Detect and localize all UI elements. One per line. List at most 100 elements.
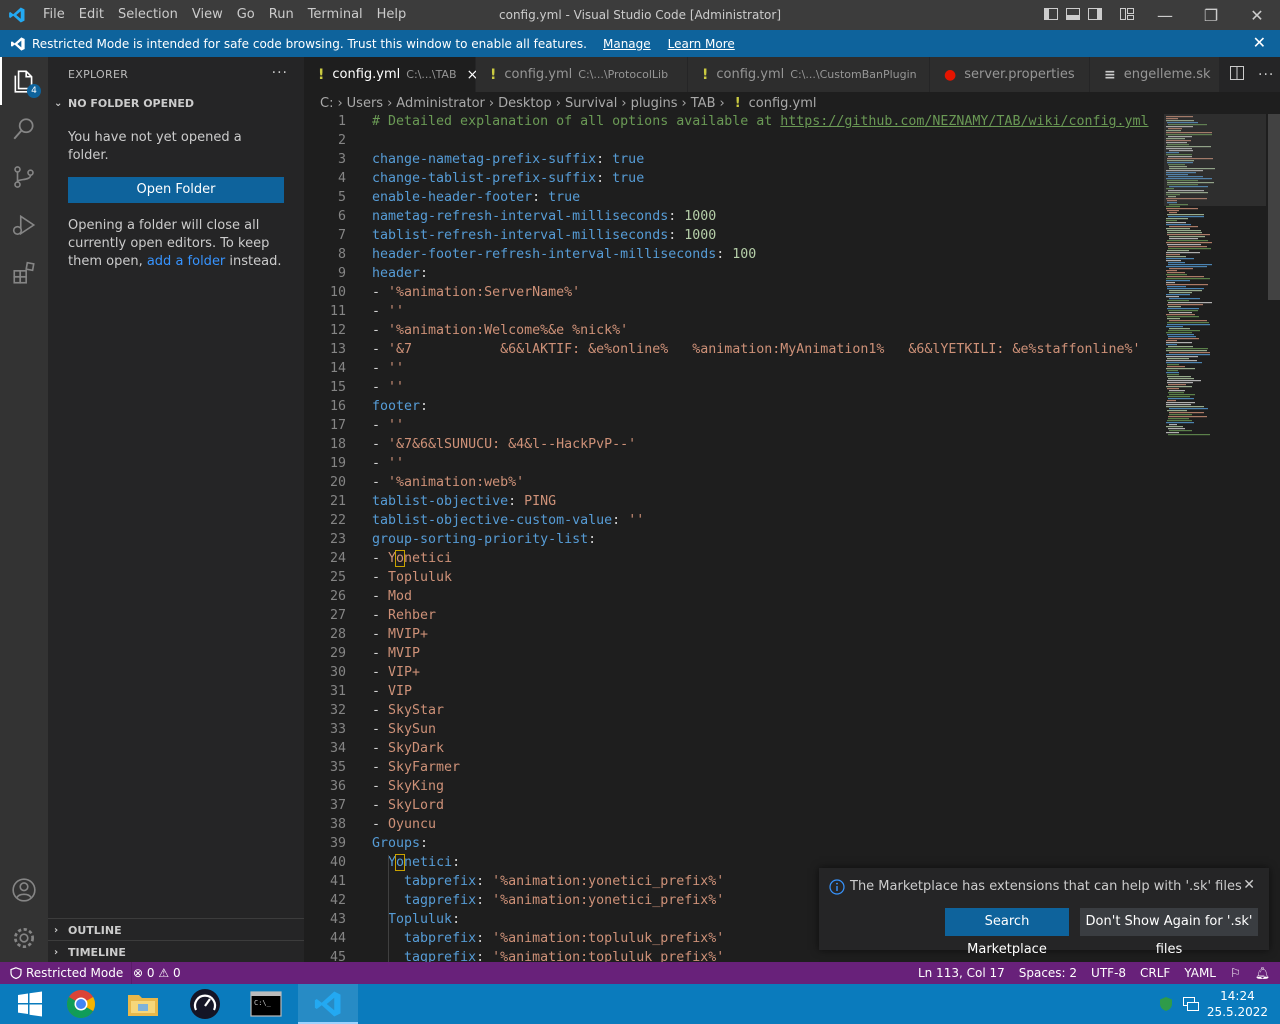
minimap-line	[1168, 216, 1204, 218]
minimap-line	[1167, 366, 1185, 368]
breadcrumb-item[interactable]: Survival	[565, 96, 617, 111]
more-actions-icon[interactable]: ···	[1258, 67, 1274, 83]
banner-learn-more-link[interactable]: Learn More	[668, 37, 735, 51]
network-icon[interactable]	[1182, 996, 1200, 1016]
menu-run[interactable]: Run	[262, 0, 301, 30]
menu-edit[interactable]: Edit	[72, 0, 111, 30]
outline-section[interactable]: › OUTLINE	[48, 918, 304, 941]
vscode-logo-icon	[9, 7, 25, 23]
toggle-primary-sidebar-icon[interactable]	[1043, 6, 1059, 22]
tab-server-properties[interactable]: ● server.properties	[930, 57, 1090, 92]
minimap[interactable]	[1164, 114, 1266, 962]
close-notification-icon[interactable]: ✕	[1243, 877, 1255, 893]
tab-config-protocollib[interactable]: ! config.yml C:\...\ProtocolLib	[476, 57, 688, 92]
minimap-line	[1169, 352, 1210, 354]
restore-button[interactable]: ❐	[1188, 0, 1234, 30]
encoding[interactable]: UTF-8	[1091, 962, 1126, 984]
toggle-panel-icon[interactable]	[1065, 6, 1081, 22]
problems-status[interactable]: ⊗ 0 ⚠ 0	[133, 962, 181, 984]
end-of-line[interactable]: CRLF	[1140, 962, 1170, 984]
code-line: - ''	[372, 361, 405, 376]
source-control-activity[interactable]	[0, 153, 48, 201]
add-folder-link[interactable]: add a folder	[147, 254, 225, 269]
minimap-line	[1166, 362, 1202, 364]
taskbar-clock[interactable]: 14:24 25.5.2022	[1207, 988, 1268, 1020]
toggle-secondary-sidebar-icon[interactable]	[1087, 6, 1103, 22]
minimap-line	[1169, 390, 1185, 392]
banner-close-icon[interactable]: ✕	[1253, 33, 1266, 52]
cursor-position[interactable]: Ln 113, Col 17	[918, 962, 1005, 984]
code-line: Yonetici:	[388, 854, 461, 871]
taskbar-speedtest[interactable]	[175, 984, 235, 1024]
menu-go[interactable]: Go	[230, 0, 262, 30]
minimap-viewport[interactable]	[1164, 114, 1266, 206]
breadcrumb-item[interactable]: plugins	[631, 96, 678, 111]
split-editor-icon[interactable]	[1230, 65, 1244, 84]
banner-manage-link[interactable]: Manage	[603, 37, 651, 51]
open-folder-button[interactable]: Open Folder	[68, 177, 284, 203]
taskbar-vscode[interactable]	[298, 984, 358, 1024]
taskbar-chrome[interactable]	[51, 984, 111, 1024]
minimap-line	[1167, 364, 1179, 366]
code-line: - SkyFarmer	[372, 760, 461, 775]
manage-activity[interactable]	[0, 914, 48, 962]
taskbar-file-explorer[interactable]	[113, 984, 173, 1024]
run-debug-icon	[12, 214, 36, 236]
menu-selection[interactable]: Selection	[111, 0, 185, 30]
code-line: - ''	[372, 456, 405, 471]
more-actions-icon[interactable]: ···	[272, 65, 288, 81]
restricted-mode-status[interactable]: Restricted Mode	[0, 962, 133, 984]
minimap-line	[1169, 212, 1177, 214]
minimize-button[interactable]: —	[1142, 0, 1188, 30]
timeline-section[interactable]: › TIMELINE	[48, 940, 304, 963]
tab-engelleme-sk[interactable]: ≡ engelleme.sk	[1090, 57, 1220, 92]
breadcrumb-item[interactable]: config.yml	[749, 96, 817, 111]
tab-config-custombanplugin[interactable]: ! config.yml C:\...\CustomBanPlugin	[688, 57, 930, 92]
minimap-line	[1166, 354, 1210, 356]
menu-file[interactable]: File	[36, 0, 72, 30]
customize-layout-icon[interactable]	[1119, 6, 1135, 22]
code-line: - '%animation:web%'	[372, 475, 525, 490]
gear-icon	[13, 927, 35, 949]
menu-help[interactable]: Help	[370, 0, 414, 30]
breadcrumb-item[interactable]: C:	[320, 96, 333, 111]
breadcrumb-item[interactable]: Desktop	[498, 96, 552, 111]
dont-show-again-button[interactable]: Don't Show Again for '.sk' files	[1080, 908, 1258, 957]
notifications-bell-icon[interactable]: 🔔︎	[1255, 962, 1270, 984]
feedback-icon[interactable]: ⚐	[1230, 962, 1241, 984]
explorer-activity[interactable]: 4	[0, 57, 48, 105]
menu-view[interactable]: View	[185, 0, 230, 30]
extensions-activity[interactable]	[0, 249, 48, 297]
breadcrumb-item[interactable]: TAB	[691, 96, 716, 111]
minimap-line	[1169, 412, 1204, 414]
search-activity[interactable]	[0, 105, 48, 153]
tab-config-tab[interactable]: ! config.yml C:\...\TAB ×	[304, 57, 478, 92]
no-folder-section-header[interactable]: ⌄ NO FOLDER OPENED	[48, 92, 304, 114]
indentation[interactable]: Spaces: 2	[1019, 962, 1077, 984]
code-line: change-tablist-prefix-suffix: true	[372, 171, 645, 186]
search-marketplace-button[interactable]: Search Marketplace	[945, 908, 1069, 957]
run-debug-activity[interactable]	[0, 201, 48, 249]
minimap-line	[1166, 224, 1191, 226]
security-shield-icon[interactable]	[1158, 996, 1174, 1016]
breadcrumb-item[interactable]: Administrator	[396, 96, 485, 111]
minimap-line	[1167, 286, 1186, 288]
code-editor[interactable]: 1 # Detailed explanation of all options a…	[304, 114, 1280, 962]
minimap-line	[1166, 342, 1192, 344]
accounts-activity[interactable]	[0, 866, 48, 914]
close-window-button[interactable]: ✕	[1234, 0, 1280, 30]
code-line: - Mod	[372, 589, 413, 604]
banner-text: Restricted Mode is intended for safe cod…	[32, 36, 587, 51]
taskbar-command-prompt[interactable]: C:\_	[236, 984, 296, 1024]
breadcrumb-item[interactable]: Users	[347, 96, 383, 111]
minimap-line	[1166, 228, 1190, 230]
menu-terminal[interactable]: Terminal	[301, 0, 370, 30]
minimap-line	[1166, 258, 1194, 260]
line-number: 7	[337, 228, 346, 243]
language-mode[interactable]: YAML	[1184, 962, 1216, 984]
scrollbar-thumb[interactable]	[1268, 114, 1280, 300]
minimap-line	[1168, 416, 1207, 418]
minimap-line	[1167, 382, 1193, 384]
code-line: tagprefix: '%animation:topluluk_prefix%'	[404, 950, 725, 962]
minimap-line	[1168, 336, 1196, 338]
